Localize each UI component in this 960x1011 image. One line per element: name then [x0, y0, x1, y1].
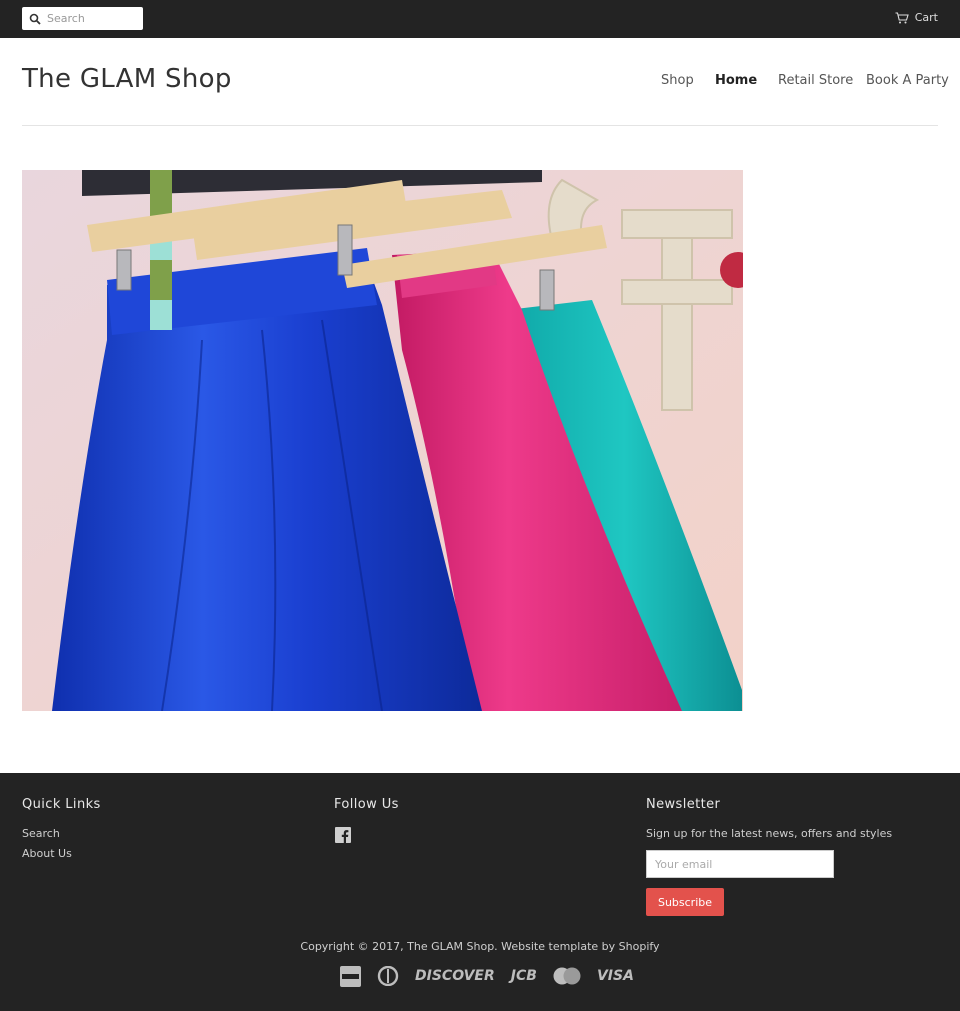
nav-item-retail-store[interactable]: Retail Store	[778, 73, 853, 88]
follow-us-title: Follow Us	[334, 797, 399, 812]
footer-link-search[interactable]: Search	[22, 827, 60, 840]
search-box[interactable]	[22, 7, 143, 30]
nav-item-shop[interactable]: Shop	[661, 73, 694, 88]
skirts-photo	[22, 170, 743, 711]
top-bar: Cart	[0, 0, 960, 38]
site-title[interactable]: The GLAM Shop	[22, 64, 232, 94]
copyright-text: Copyright © 2017, The GLAM Shop. Website…	[300, 940, 660, 953]
diners-club-icon	[377, 966, 399, 986]
subscribe-button[interactable]: Subscribe	[646, 888, 724, 916]
visa-icon: VISA	[596, 968, 634, 984]
search-input[interactable]	[47, 12, 137, 25]
newsletter-text: Sign up for the latest news, offers and …	[646, 827, 893, 840]
hero-image	[22, 170, 743, 711]
newsletter-email-input[interactable]	[646, 850, 834, 878]
quick-links-title: Quick Links	[22, 797, 101, 812]
search-icon	[29, 13, 41, 25]
newsletter-title: Newsletter	[646, 797, 721, 812]
facebook-icon[interactable]	[335, 827, 351, 843]
cart-icon	[895, 11, 909, 23]
cart-link[interactable]: Cart	[895, 11, 938, 24]
footer: Quick Links Search About Us Follow Us Ne…	[0, 773, 960, 1011]
nav-item-home[interactable]: Home	[715, 73, 757, 88]
jcb-icon: JCB	[510, 968, 537, 984]
footer-link-about-us[interactable]: About Us	[22, 847, 72, 860]
discover-icon: DISCOVER	[415, 968, 495, 984]
nav-item-book-a-party[interactable]: Book A Party	[866, 73, 949, 88]
mastercard-icon	[553, 967, 581, 985]
cart-label: Cart	[914, 11, 938, 24]
amex-icon	[340, 965, 361, 987]
header-divider	[22, 125, 938, 126]
payment-icons: DISCOVER JCB VISA	[340, 965, 634, 987]
